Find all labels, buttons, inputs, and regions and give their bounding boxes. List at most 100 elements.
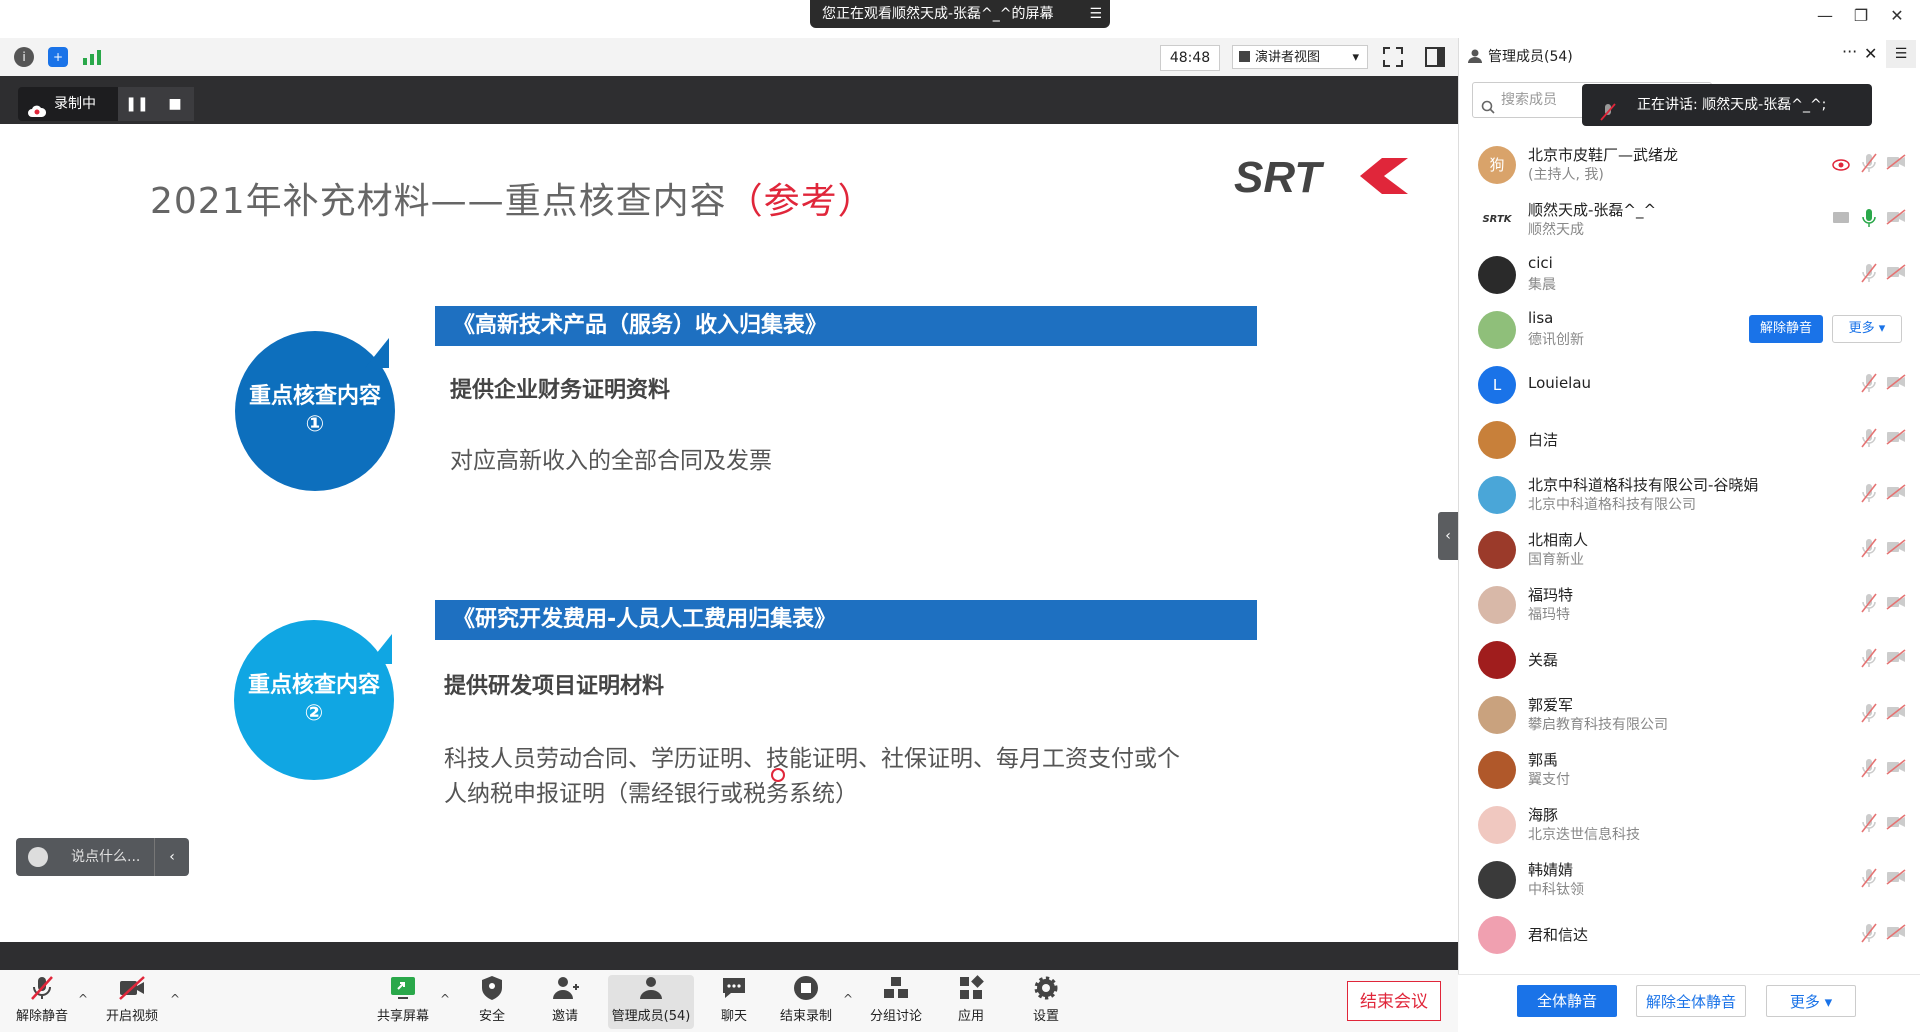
member-row[interactable]: SRTK 顺然天成-张磊^_^ 顺然天成 [1476, 197, 1906, 249]
start-video-button[interactable]: 开启视频 [92, 975, 172, 1024]
mute-all-button[interactable]: 全体静音 [1517, 985, 1617, 1017]
camera-off-icon[interactable] [1886, 374, 1906, 390]
mic-off-icon [1600, 96, 1616, 121]
member-name: 郭禹 [1528, 751, 1559, 769]
member-unmute-button[interactable]: 解除静音 [1749, 315, 1823, 343]
camera-off-icon[interactable] [1886, 704, 1906, 720]
member-row[interactable]: lisa 德讯创新 解除静音 更多 ▾ [1476, 307, 1906, 359]
end-meeting-button[interactable]: 结束会议 [1347, 981, 1441, 1021]
camera-off-icon[interactable] [1886, 814, 1906, 830]
camera-off-icon[interactable] [1886, 539, 1906, 555]
security-button[interactable]: 安全 [452, 975, 532, 1024]
minimize-button[interactable]: — [1810, 6, 1840, 25]
info-icon[interactable]: i [14, 47, 34, 67]
member-row[interactable]: 郭爱军 攀启教育科技有限公司 [1476, 692, 1906, 744]
mic-off-icon[interactable] [1860, 867, 1878, 889]
share-screen-button[interactable]: 共享屏幕 [363, 975, 443, 1024]
mic-off-icon[interactable] [1860, 757, 1878, 779]
chat-icon [720, 975, 748, 1001]
avatar: SRTK [1478, 201, 1516, 239]
member-name: 福玛特 [1528, 586, 1574, 604]
camera-off-icon[interactable] [1886, 759, 1906, 775]
mic-off-icon[interactable] [1860, 537, 1878, 559]
member-row[interactable]: 君和信达 [1476, 912, 1906, 964]
camera-off-icon[interactable] [1886, 429, 1906, 445]
camera-off-icon[interactable] [1886, 264, 1906, 280]
stop-record-icon [792, 975, 820, 1001]
more-options-icon[interactable]: ··· [1842, 42, 1857, 61]
mic-off-icon[interactable] [1860, 702, 1878, 724]
mic-off-icon[interactable] [1860, 922, 1878, 944]
collapse-panel-button[interactable]: ‹ [1438, 512, 1458, 560]
member-subtitle: 翼支付 [1528, 772, 1570, 788]
record-options-caret[interactable]: ^ [843, 992, 853, 1006]
avatar: 狗 [1478, 146, 1516, 184]
screen-share-banner[interactable]: 您正在观看顺然天成-张磊^_^的屏幕 ☰ [810, 0, 1110, 28]
member-row[interactable]: 北相南人 国育新业 [1476, 527, 1906, 579]
member-name: Louielau [1528, 374, 1592, 392]
mic-off-icon[interactable] [1860, 152, 1878, 174]
member-row[interactable]: 郭禹 翼支付 [1476, 747, 1906, 799]
settings-button[interactable]: 设置 [1006, 975, 1086, 1024]
member-row[interactable]: 北京中科道格科技有限公司-谷晓娟 北京中科道格科技有限公司 [1476, 472, 1906, 524]
mic-off-icon[interactable] [1860, 262, 1878, 284]
chat-input[interactable]: 说点什么... ‹ [16, 838, 189, 876]
video-options-caret[interactable]: ^ [170, 992, 180, 1006]
camera-off-icon[interactable] [1886, 649, 1906, 665]
shield-icon[interactable]: + [48, 47, 68, 67]
member-row[interactable]: 海豚 北京迭世信息科技 [1476, 802, 1906, 854]
panel-menu-icon[interactable]: ☰ [1886, 40, 1916, 68]
stop-recording-button[interactable]: ■ [156, 87, 194, 121]
member-row[interactable]: 白洁 [1476, 417, 1906, 469]
shield-icon [478, 975, 506, 1001]
view-mode-dropdown[interactable]: 演讲者视图 ▾ [1232, 45, 1368, 69]
mic-off-icon[interactable] [1860, 812, 1878, 834]
member-row[interactable]: 狗北京市皮鞋厂—武绪龙 (主持人, 我) [1476, 142, 1906, 194]
more-actions-button[interactable]: 更多 ▾ [1766, 985, 1856, 1017]
banner-menu-icon[interactable]: ☰ [1089, 0, 1102, 28]
chevron-left-icon[interactable]: ‹ [154, 838, 189, 876]
pause-recording-button[interactable]: ❚❚ [118, 87, 156, 121]
mic-off-icon[interactable] [1860, 427, 1878, 449]
member-row[interactable]: 关磊 [1476, 637, 1906, 689]
member-more-button[interactable]: 更多 ▾ [1832, 315, 1902, 343]
breakout-rooms-button[interactable]: 分组讨论 [856, 975, 936, 1024]
camera-off-icon[interactable] [1886, 594, 1906, 610]
camera-off-icon[interactable] [1886, 484, 1906, 500]
invite-button[interactable]: 邀请 [525, 975, 605, 1024]
unmute-all-button[interactable]: 解除全体静音 [1636, 985, 1746, 1017]
stop-recording-toolbar-button[interactable]: 结束录制 [766, 975, 846, 1024]
emoji-icon[interactable] [28, 847, 48, 867]
mic-off-icon[interactable] [1860, 647, 1878, 669]
stop-recording-label: 结束录制 [779, 1009, 832, 1024]
member-row[interactable]: cici 集晨 [1476, 252, 1906, 304]
security-label: 安全 [478, 1009, 505, 1024]
audio-options-caret[interactable]: ^ [78, 992, 88, 1006]
member-row[interactable]: L Louielau [1476, 362, 1906, 414]
panel-toggle-icon[interactable] [1424, 46, 1446, 68]
share-options-caret[interactable]: ^ [440, 992, 450, 1006]
unmute-button[interactable]: 解除静音 [2, 975, 82, 1024]
fullscreen-icon[interactable] [1382, 46, 1404, 68]
camera-off-icon[interactable] [1886, 924, 1906, 940]
cloud-record-icon [28, 97, 47, 117]
member-row[interactable]: 福玛特 福玛特 [1476, 582, 1906, 634]
restore-button[interactable]: ❐ [1846, 6, 1876, 25]
apps-button[interactable]: 应用 [931, 975, 1011, 1024]
mic-off-icon[interactable] [1860, 482, 1878, 504]
mic-on-icon[interactable] [1860, 207, 1878, 229]
chat-button[interactable]: 聊天 [694, 975, 774, 1024]
close-window-button[interactable]: ✕ [1882, 6, 1912, 25]
bubble-1-line2: ① [305, 412, 325, 437]
camera-off-icon[interactable] [1886, 154, 1906, 170]
member-name: cici [1528, 254, 1553, 272]
camera-off-icon[interactable] [1886, 869, 1906, 885]
member-row[interactable]: 韩婧婧 中科钛领 [1476, 857, 1906, 909]
search-icon [1481, 93, 1495, 114]
mic-off-icon[interactable] [1860, 592, 1878, 614]
signal-icon[interactable] [82, 49, 102, 65]
close-panel-button[interactable]: ✕ [1864, 44, 1877, 63]
mic-off-icon[interactable] [1860, 372, 1878, 394]
camera-off-icon[interactable] [1886, 209, 1906, 225]
manage-members-button[interactable]: 管理成员(54) [608, 975, 694, 1029]
